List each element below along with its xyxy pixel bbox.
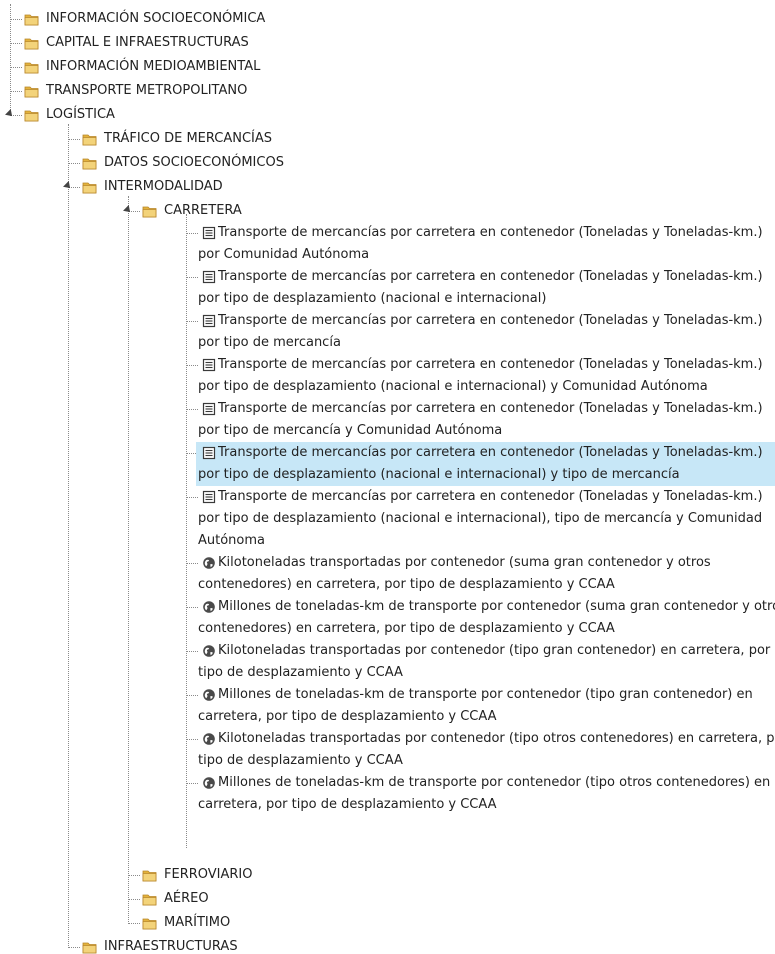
- leaf-text-line: Kilotoneladas transportadas por contened…: [218, 643, 771, 658]
- tree-item-carretera-label[interactable]: CARRETERA: [164, 204, 242, 218]
- tree-item-logistica-1-label[interactable]: DATOS SOCIOECONÓMICOS: [104, 156, 284, 170]
- leaf-text-line: Kilotoneladas transportadas por contened…: [218, 731, 775, 746]
- tree-connector: [10, 91, 22, 92]
- tree-leaf-item[interactable]: Kilotoneladas transportadas por contened…: [196, 552, 775, 596]
- tree-item-intermodalidad-3-label[interactable]: MARÍTIMO: [164, 916, 230, 930]
- tree-leaf-item[interactable]: Kilotoneladas transportadas por contened…: [196, 728, 775, 772]
- folder-icon: [82, 156, 97, 170]
- leaf-text-line: Millones de toneladas-km de transporte p…: [218, 775, 771, 790]
- leaf-text-line: por tipo de mercancía: [198, 335, 341, 350]
- globe-icon: [202, 776, 216, 790]
- tree-leaf-item[interactable]: Millones de toneladas-km de transporte p…: [196, 772, 775, 816]
- table-icon: [202, 314, 216, 328]
- leaf-text-line: Autónoma: [198, 533, 266, 548]
- globe-icon: [202, 600, 216, 614]
- leaf-text-line: Millones de toneladas-km de transporte p…: [218, 599, 775, 614]
- tree-guide-line: [68, 124, 69, 946]
- tree-guide-line: [186, 214, 187, 848]
- globe-icon: [202, 556, 216, 570]
- table-icon: [202, 446, 216, 460]
- globe-icon: [202, 732, 216, 746]
- leaf-text-line: tipo de desplazamiento y CCAA: [198, 753, 403, 768]
- folder-icon: [24, 36, 39, 50]
- tree-item-top-4-label[interactable]: LOGÍSTICA: [46, 108, 115, 122]
- folder-icon: [142, 916, 157, 930]
- leaf-text-line: Transporte de mercancías por carretera e…: [218, 269, 763, 284]
- tree-leaf-item[interactable]: Transporte de mercancías por carretera e…: [196, 222, 775, 266]
- table-icon: [202, 270, 216, 284]
- leaf-text-line: por Comunidad Autónoma: [198, 247, 370, 262]
- tree-connector: [10, 43, 22, 44]
- tree-connector: [68, 947, 80, 948]
- leaf-text-line: Transporte de mercancías por carretera e…: [218, 445, 763, 460]
- leaf-text-line: Transporte de mercancías por carretera e…: [218, 357, 763, 372]
- leaf-text-line: Transporte de mercancías por carretera e…: [218, 313, 763, 328]
- tree-item-intermodalidad-1-label[interactable]: FERROVIARIO: [164, 868, 252, 882]
- tree-connector: [10, 19, 22, 20]
- globe-icon: [202, 644, 216, 658]
- globe-icon: [202, 688, 216, 702]
- leaf-text-line: Transporte de mercancías por carretera e…: [218, 225, 763, 240]
- folder-icon: [82, 180, 97, 194]
- leaf-text-line: tipo de desplazamiento y CCAA: [198, 665, 403, 680]
- tree-leaf-item[interactable]: Transporte de mercancías por carretera e…: [196, 398, 775, 442]
- tree-leaf-item[interactable]: Transporte de mercancías por carretera e…: [196, 354, 775, 398]
- leaf-text-line: por tipo de desplazamiento (nacional e i…: [198, 379, 708, 394]
- folder-icon: [142, 204, 157, 218]
- folder-icon: [82, 132, 97, 146]
- tree-guide-line: [128, 196, 129, 922]
- expand-caret-icon[interactable]: [5, 109, 15, 119]
- leaf-text-line: Kilotoneladas transportadas por contened…: [218, 555, 711, 570]
- table-icon: [202, 490, 216, 504]
- tree-connector: [128, 875, 140, 876]
- leaf-text-line: carretera, por tipo de desplazamiento y …: [198, 797, 497, 812]
- folder-icon: [142, 868, 157, 882]
- leaf-text-line: contenedores) en carretera, por tipo de …: [198, 621, 615, 636]
- tree-item-top-2-label[interactable]: INFORMACIÓN MEDIOAMBIENTAL: [46, 60, 260, 74]
- tree-connector: [68, 163, 80, 164]
- leaf-text-line: Transporte de mercancías por carretera e…: [218, 489, 763, 504]
- expand-caret-icon[interactable]: [123, 205, 133, 215]
- tree-item-logistica-0-label[interactable]: TRÁFICO DE MERCANCÍAS: [104, 132, 272, 146]
- tree-connector: [10, 67, 22, 68]
- tree-leaf-item[interactable]: Millones de toneladas-km de transporte p…: [196, 596, 775, 640]
- tree-leaf-item[interactable]: Transporte de mercancías por carretera e…: [196, 442, 775, 486]
- leaf-text-line: por tipo de desplazamiento (nacional e i…: [198, 511, 763, 526]
- tree-item-top-3-label[interactable]: TRANSPORTE METROPOLITANO: [46, 84, 247, 98]
- table-icon: [202, 402, 216, 416]
- table-icon: [202, 226, 216, 240]
- tree-connector: [68, 139, 80, 140]
- tree-connector: [128, 899, 140, 900]
- tree-item-top-1-label[interactable]: CAPITAL E INFRAESTRUCTURAS: [46, 36, 249, 50]
- folder-icon: [24, 108, 39, 122]
- leaf-text-line: carretera, por tipo de desplazamiento y …: [198, 709, 497, 724]
- table-icon: [202, 358, 216, 372]
- tree-leaf-item[interactable]: Millones de toneladas-km de transporte p…: [196, 684, 775, 728]
- folder-icon: [24, 84, 39, 98]
- tree-item-intermodalidad-2-label[interactable]: AÉREO: [164, 892, 209, 906]
- leaf-text-line: por tipo de mercancía y Comunidad Autóno…: [198, 423, 503, 438]
- folder-icon: [24, 60, 39, 74]
- folder-icon: [24, 12, 39, 26]
- tree-item-infraestructuras-label[interactable]: INFRAESTRUCTURAS: [104, 940, 238, 954]
- leaf-text-line: Transporte de mercancías por carretera e…: [218, 401, 763, 416]
- folder-icon: [82, 940, 97, 954]
- leaf-text-line: contenedores) en carretera, por tipo de …: [198, 577, 615, 592]
- tree-leaf-item[interactable]: Transporte de mercancías por carretera e…: [196, 486, 775, 552]
- tree-connector: [128, 923, 140, 924]
- tree-item-logistica-2-label[interactable]: INTERMODALIDAD: [104, 180, 223, 194]
- tree-item-top-0-label[interactable]: INFORMACIÓN SOCIOECONÓMICA: [46, 12, 265, 26]
- tree-guide-line: [10, 4, 11, 116]
- tree-leaf-item[interactable]: Transporte de mercancías por carretera e…: [196, 266, 775, 310]
- folder-icon: [142, 892, 157, 906]
- tree-view: INFORMACIÓN SOCIOECONÓMICA CAPITAL E INFR…: [0, 0, 775, 954]
- leaf-text-line: por tipo de desplazamiento (nacional e i…: [198, 291, 547, 306]
- tree-leaf-item[interactable]: Transporte de mercancías por carretera e…: [196, 310, 775, 354]
- leaf-text-line: por tipo de desplazamiento (nacional e i…: [198, 467, 680, 482]
- expand-caret-icon[interactable]: [63, 181, 73, 191]
- tree-leaf-item[interactable]: Kilotoneladas transportadas por contened…: [196, 640, 775, 684]
- leaf-text-line: Millones de toneladas-km de transporte p…: [218, 687, 753, 702]
